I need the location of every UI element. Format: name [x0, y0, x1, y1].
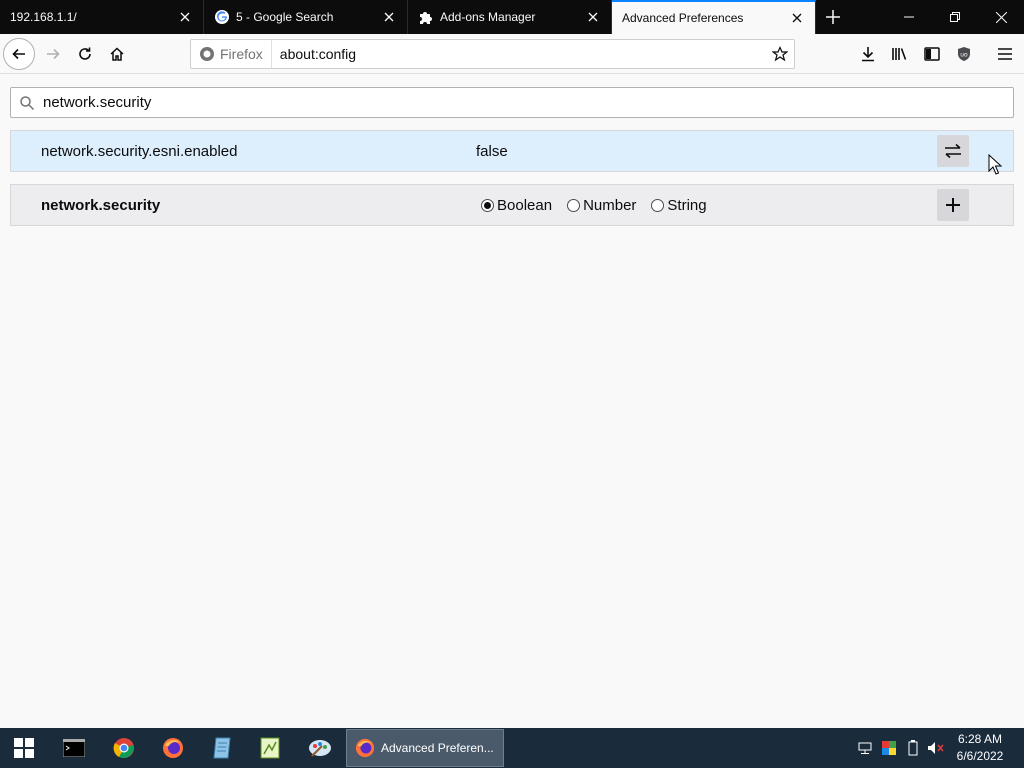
- close-window-button[interactable]: [978, 0, 1024, 34]
- system-clock[interactable]: 6:28 AM 6/6/2022: [940, 731, 1020, 765]
- firefox-icon: [200, 47, 214, 61]
- new-pref-row: network.security Boolean Number String: [10, 184, 1014, 226]
- search-box[interactable]: [10, 87, 1014, 118]
- radio-button[interactable]: [651, 198, 665, 212]
- identity-label: Firefox: [220, 46, 263, 62]
- firefox-app[interactable]: [153, 732, 193, 764]
- minimize-button[interactable]: [886, 0, 932, 34]
- radio-button[interactable]: [481, 198, 494, 212]
- terminal-app[interactable]: [54, 732, 94, 764]
- menu-button[interactable]: [989, 38, 1021, 70]
- toggle-icon: [945, 143, 961, 159]
- restore-button[interactable]: [932, 0, 978, 34]
- url-bar[interactable]: Firefox: [190, 39, 795, 69]
- notepad-icon: [213, 737, 231, 759]
- tab-router[interactable]: 192.168.1.1/: [0, 0, 204, 34]
- close-icon: [995, 11, 1007, 23]
- close-icon[interactable]: [381, 9, 397, 25]
- sidebar-icon: [924, 47, 940, 61]
- close-icon[interactable]: [585, 9, 601, 25]
- tab-title: 192.168.1.1/: [10, 10, 77, 24]
- library-icon: [892, 48, 907, 60]
- taskbar-window-firefox[interactable]: Advanced Preferen...: [346, 729, 504, 767]
- type-label: String: [667, 196, 707, 214]
- battery-icon[interactable]: [904, 728, 922, 768]
- type-label: Number: [583, 196, 637, 214]
- paint-app[interactable]: [300, 732, 340, 764]
- forward-arrow-icon: [47, 48, 60, 60]
- hamburger-menu-icon: [998, 48, 1012, 60]
- color-display-icon[interactable]: [880, 728, 898, 768]
- google-icon: [214, 9, 230, 25]
- shield-icon: uo: [958, 47, 970, 61]
- sidebar-button[interactable]: [916, 38, 948, 70]
- type-option-string[interactable]: String: [651, 196, 707, 214]
- clock-date: 6/6/2022: [956, 749, 1004, 763]
- notepad-plus-icon: [260, 737, 280, 759]
- notepad-app[interactable]: [202, 732, 242, 764]
- ublock-button[interactable]: uo: [948, 38, 980, 70]
- type-option-number[interactable]: Number: [567, 197, 636, 214]
- tab-title: 5 - Google Search: [236, 10, 334, 24]
- pref-value: false: [476, 142, 508, 160]
- download-icon: [862, 47, 874, 62]
- chrome-icon: [113, 738, 134, 759]
- home-icon: [110, 47, 124, 61]
- radio-button[interactable]: [567, 198, 581, 212]
- firefox-icon: [163, 738, 183, 758]
- pref-row[interactable]: network.security.esni.enabled false: [10, 130, 1014, 172]
- tab-advanced-preferences[interactable]: Advanced Preferences: [612, 0, 816, 34]
- plus-icon: [946, 198, 960, 212]
- windows-logo-icon: [14, 738, 34, 758]
- close-icon[interactable]: [177, 9, 193, 25]
- svg-text:uo: uo: [960, 52, 968, 59]
- about-config-page: network.security.esni.enabled false netw…: [0, 75, 1024, 728]
- pref-name: network.security.esni.enabled: [41, 142, 238, 160]
- search-input[interactable]: [43, 94, 1013, 111]
- taskbar-window-label: Advanced Preferen...: [381, 741, 494, 755]
- back-arrow-icon: [12, 48, 25, 60]
- tab-addons-manager[interactable]: Add-ons Manager: [408, 0, 612, 34]
- minimize-icon: [904, 16, 914, 18]
- editor-app[interactable]: [250, 732, 290, 764]
- tab-title: Add-ons Manager: [440, 10, 536, 24]
- add-button[interactable]: [937, 189, 969, 221]
- clock-time: 6:28 AM: [957, 732, 1003, 746]
- terminal-icon: [63, 739, 85, 757]
- library-button[interactable]: [884, 38, 916, 70]
- tab-title: Advanced Preferences: [622, 11, 744, 25]
- identity-box[interactable]: Firefox: [191, 40, 272, 68]
- reload-icon: [79, 47, 91, 60]
- paint-icon: [309, 740, 331, 757]
- home-button[interactable]: [101, 38, 133, 70]
- windows-taskbar: Advanced Preferen... 6:28 AM 6/6/2022: [0, 728, 1024, 768]
- start-button[interactable]: [4, 732, 44, 764]
- close-icon[interactable]: [789, 10, 805, 26]
- network-icon[interactable]: [856, 728, 874, 768]
- new-tab-button[interactable]: [816, 0, 850, 34]
- tab-strip: 192.168.1.1/ 5 - Google Search Add-ons M…: [0, 0, 1024, 34]
- restore-icon: [950, 12, 960, 22]
- mouse-cursor-icon: [988, 153, 1003, 179]
- plus-icon: [826, 10, 840, 24]
- downloads-button[interactable]: [852, 38, 884, 70]
- toggle-button[interactable]: [937, 135, 969, 167]
- reload-button[interactable]: [69, 38, 101, 70]
- search-icon: [11, 95, 43, 111]
- new-pref-name: network.security: [41, 196, 161, 214]
- type-radio-group: Boolean Number String: [481, 197, 707, 214]
- url-input[interactable]: [271, 46, 766, 62]
- back-button[interactable]: [3, 38, 35, 70]
- type-option-boolean[interactable]: Boolean: [481, 197, 552, 214]
- navigation-toolbar: Firefox uo: [0, 34, 1024, 74]
- forward-button[interactable]: [37, 38, 69, 70]
- bookmark-star-icon[interactable]: [766, 46, 794, 62]
- chrome-app[interactable]: [104, 732, 144, 764]
- puzzle-icon: [418, 9, 434, 25]
- firefox-icon: [355, 738, 375, 758]
- tab-google-search[interactable]: 5 - Google Search: [204, 0, 408, 34]
- type-label: Boolean: [497, 196, 553, 214]
